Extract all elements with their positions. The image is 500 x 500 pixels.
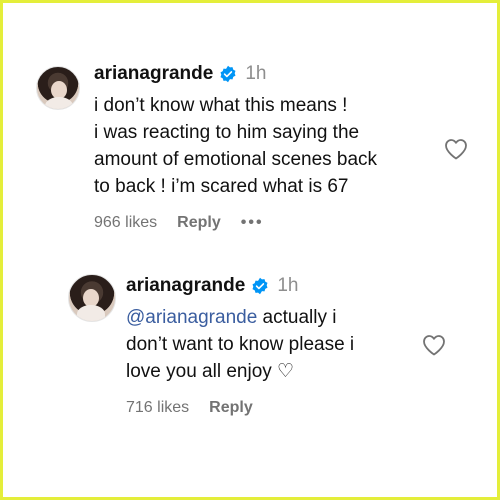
reply-button[interactable]: Reply <box>209 399 253 417</box>
comment-line: i was reacting to him saying the <box>94 122 360 143</box>
comment-line: don’t want to know please i <box>126 334 355 355</box>
timestamp: 1h <box>245 63 267 84</box>
mention-link[interactable]: @arianagrande <box>126 307 257 328</box>
avatar[interactable] <box>36 66 80 110</box>
comment-content: arianagrande 1h @arianagrande actually i… <box>126 272 426 417</box>
comment-line: @arianagrande actually i <box>126 304 426 331</box>
like-count[interactable]: 716 likes <box>126 399 189 417</box>
comment-text: i don’t know what this means ! i was rea… <box>94 92 434 200</box>
heart-icon[interactable] <box>422 334 446 356</box>
comment-line: to back ! i’m scared what is 67 <box>94 176 349 197</box>
comment-actions: 966 likes Reply ••• <box>94 214 434 232</box>
reply-button[interactable]: Reply <box>177 214 221 232</box>
comment-line: amount of emotional scenes back <box>94 149 378 170</box>
heart-icon[interactable] <box>444 138 468 160</box>
verified-badge-icon <box>219 65 237 83</box>
username[interactable]: arianagrande <box>94 63 213 85</box>
comment-actions: 716 likes Reply <box>126 399 426 417</box>
comment-line: love you all enjoy ♡ <box>126 361 295 382</box>
comment-line: i don’t know what this means ! <box>94 95 348 116</box>
comment-header: arianagrande 1h <box>126 272 426 300</box>
comment-content: arianagrande 1h i don’t know what this m… <box>94 60 434 232</box>
timestamp: 1h <box>277 275 299 296</box>
username[interactable]: arianagrande <box>126 275 245 297</box>
avatar[interactable] <box>68 274 116 322</box>
more-icon[interactable]: ••• <box>241 214 264 232</box>
comment-header: arianagrande 1h <box>94 60 434 88</box>
comment-text-segment: actually i <box>257 307 337 328</box>
like-count[interactable]: 966 likes <box>94 214 157 232</box>
comment-text: @arianagrande actually i don’t want to k… <box>126 304 426 385</box>
verified-badge-icon <box>251 277 269 295</box>
